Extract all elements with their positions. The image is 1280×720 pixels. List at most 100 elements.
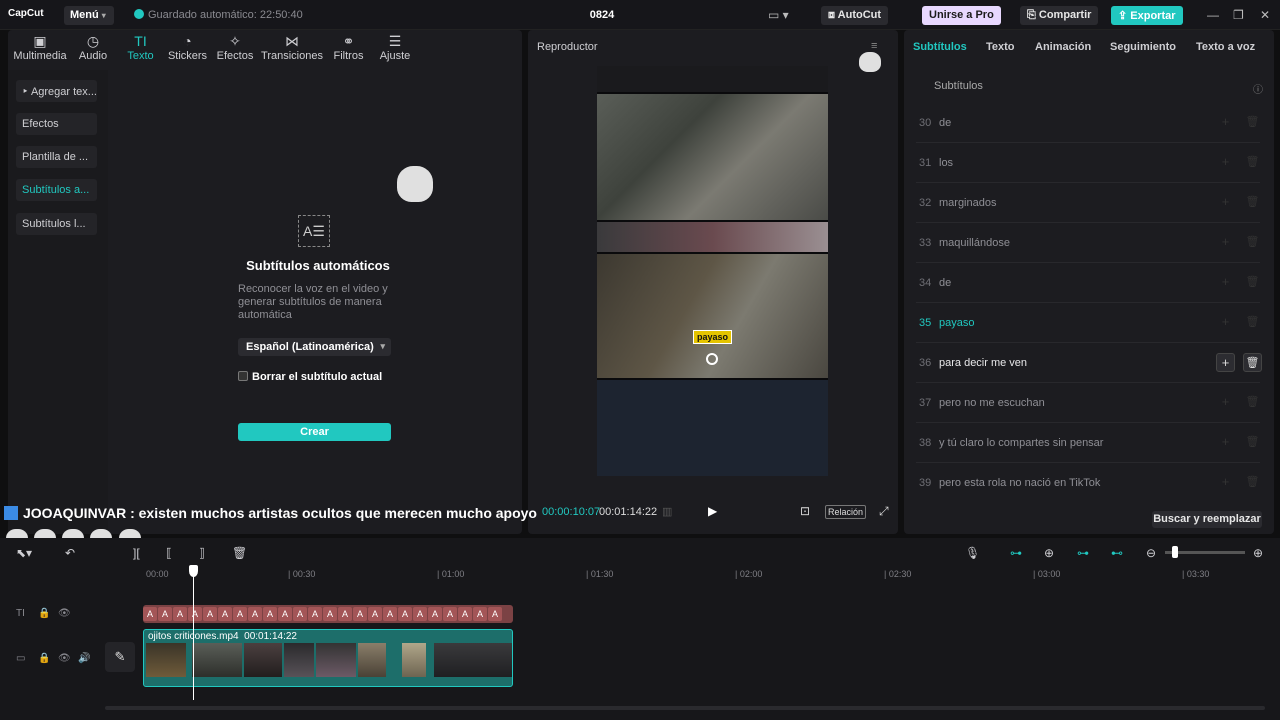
tab-transiciones[interactable]: ⋈ Transiciones — [261, 32, 323, 62]
text-clip[interactable]: A — [218, 607, 232, 621]
trash-icon[interactable]: 🗑 — [1243, 273, 1262, 292]
create-button[interactable]: Crear — [238, 423, 391, 441]
row-text[interactable]: pero no me escuchan — [939, 397, 1045, 409]
text-clip[interactable]: A — [383, 607, 397, 621]
subtitle-row[interactable]: 33 maquillándose + 🗑 — [916, 223, 1260, 263]
row-text[interactable]: y tú claro lo compartes sin pensar — [939, 437, 1103, 449]
sidebar-item-effects[interactable]: Efectos — [16, 113, 97, 135]
row-text[interactable]: los — [939, 157, 953, 169]
fullscreen-icon[interactable]: ⤢ — [879, 504, 889, 519]
text-clips-track[interactable]: AAAAAAAAAAAAAAAAAAAAAAAA — [143, 605, 513, 623]
trash-icon[interactable]: 🗑 — [1243, 353, 1262, 372]
text-clip[interactable]: A — [188, 607, 202, 621]
layout-icon[interactable]: ▭ ▾ — [768, 8, 789, 22]
tab-efectos[interactable]: ✧ Efectos — [214, 32, 256, 62]
tab-texto-right[interactable]: Texto — [986, 41, 1015, 53]
trash-icon[interactable]: 🗑 — [1243, 113, 1262, 132]
sidebar-item-templates[interactable]: Plantilla de ... — [16, 146, 97, 168]
text-clip[interactable]: A — [428, 607, 442, 621]
checkbox-box[interactable] — [238, 371, 248, 381]
tab-subtitulos[interactable]: Subtítulos — [913, 41, 967, 53]
rotate-icon[interactable] — [706, 353, 718, 365]
trash-icon[interactable]: 🗑 — [1243, 433, 1262, 452]
text-clip[interactable]: A — [308, 607, 322, 621]
language-select[interactable]: Español (Latinoamérica) ▾ — [238, 338, 391, 356]
add-icon[interactable]: + — [1216, 193, 1235, 212]
undo-icon[interactable]: ↶ — [65, 546, 75, 560]
timeline-scrollbar[interactable] — [105, 706, 1265, 710]
tab-texto[interactable]: TI Texto — [124, 32, 157, 62]
text-clip[interactable]: A — [203, 607, 217, 621]
row-text[interactable]: de — [939, 277, 951, 289]
zoom-in-icon[interactable]: ⊕ — [1253, 546, 1263, 560]
select-cursor-icon[interactable]: ⬉▾ — [16, 546, 32, 560]
export-button[interactable]: ⇪ Exportar — [1111, 6, 1183, 25]
lock-icon[interactable]: 🔒 — [38, 608, 50, 619]
text-clip[interactable]: A — [353, 607, 367, 621]
text-clip[interactable]: A — [173, 607, 187, 621]
screenshot-icon[interactable]: ⊡ — [800, 504, 810, 518]
add-icon[interactable]: + — [1216, 433, 1235, 452]
subtitle-row-hovered[interactable]: 36 para decir me ven + 🗑 — [916, 343, 1262, 383]
preview-axis-icon[interactable]: ⊶ — [1077, 546, 1089, 560]
magnet-icon[interactable]: ⊶ — [1010, 546, 1022, 560]
trash-icon[interactable]: 🗑 — [1243, 313, 1262, 332]
subtitle-row[interactable]: 39 pero esta rola no nació en TikTok + 🗑 — [916, 463, 1260, 503]
text-clip[interactable]: A — [293, 607, 307, 621]
text-clip[interactable]: A — [368, 607, 382, 621]
add-icon[interactable]: + — [1216, 273, 1235, 292]
text-clip[interactable]: A — [398, 607, 412, 621]
join-pro-button[interactable]: Unirse a Pro — [922, 6, 1001, 25]
add-icon[interactable]: + — [1216, 473, 1235, 492]
menu-icon[interactable]: ≡ — [871, 40, 877, 52]
restore-icon[interactable]: ❐ — [1233, 8, 1244, 22]
delete-icon[interactable]: 🗑 — [232, 546, 247, 560]
subtitle-row[interactable]: 34 de + 🗑 — [916, 263, 1260, 303]
menu-button[interactable]: Menú ▾ — [64, 6, 114, 25]
add-icon[interactable]: + — [1216, 393, 1235, 412]
minimize-icon[interactable]: — — [1207, 8, 1219, 22]
row-text[interactable]: pero esta rola no nació en TikTok — [939, 477, 1100, 489]
sidebar-item-auto-subtitles[interactable]: Subtítulos a... — [16, 179, 97, 201]
clear-subtitles-checkbox[interactable]: Borrar el subtítulo actual — [238, 371, 382, 383]
zoom-out-icon[interactable]: ⊖ — [1146, 546, 1156, 560]
row-text[interactable]: marginados — [939, 197, 996, 209]
trash-icon[interactable]: 🗑 — [1243, 153, 1262, 172]
video-clip[interactable]: ojitos criticones.mp4 00:01:14:22 — [143, 629, 513, 687]
add-icon[interactable]: + — [1216, 113, 1235, 132]
row-text[interactable]: de — [939, 117, 951, 129]
text-clip[interactable]: A — [458, 607, 472, 621]
sidebar-item-lyrics-subtitles[interactable]: Subtítulos l... — [16, 213, 97, 235]
subtitle-row[interactable]: 38 y tú claro lo compartes sin pensar + 🗑 — [916, 423, 1260, 463]
tab-texto-a-voz[interactable]: Texto a voz — [1196, 41, 1255, 53]
zoom-slider-handle[interactable] — [1172, 546, 1178, 558]
trim-left-icon[interactable]: ⟦ — [166, 546, 172, 560]
subtitle-row[interactable]: 37 pero no me escuchan + 🗑 — [916, 383, 1260, 423]
snap-icon[interactable]: ⊷ — [1111, 546, 1123, 560]
playhead-line[interactable] — [193, 565, 194, 700]
text-clip[interactable]: A — [158, 607, 172, 621]
text-clip[interactable]: A — [413, 607, 427, 621]
lock-icon[interactable]: 🔒 — [38, 653, 50, 664]
link-icon[interactable]: ⊕ — [1044, 546, 1054, 560]
add-icon[interactable]: + — [1216, 153, 1235, 172]
add-icon[interactable]: + — [1216, 353, 1235, 372]
microphone-icon[interactable]: 🎙 — [965, 546, 980, 560]
add-icon[interactable]: + — [1216, 313, 1235, 332]
subtitle-row[interactable]: 32 marginados + 🗑 — [916, 183, 1260, 223]
sidebar-item-add-text[interactable]: ‣ Agregar tex... — [16, 80, 97, 102]
eye-icon[interactable]: 👁 — [58, 608, 71, 619]
split-icon[interactable]: ][ — [133, 546, 140, 560]
video-preview[interactable]: payaso — [597, 66, 828, 476]
text-clip[interactable]: A — [143, 607, 157, 621]
play-icon[interactable]: ▶ — [708, 504, 717, 518]
text-clip[interactable]: A — [233, 607, 247, 621]
text-clip[interactable]: A — [473, 607, 487, 621]
timecode-format-icon[interactable]: ▥ — [662, 505, 672, 518]
trash-icon[interactable]: 🗑 — [1243, 393, 1262, 412]
text-clip[interactable]: A — [488, 607, 502, 621]
speaker-icon[interactable]: 🔊 — [78, 653, 90, 664]
tab-stickers[interactable]: ◔ Stickers — [165, 32, 210, 62]
trim-right-icon[interactable]: ⟧ — [199, 546, 205, 560]
find-replace-button[interactable]: Buscar y reemplazar — [1152, 511, 1262, 528]
